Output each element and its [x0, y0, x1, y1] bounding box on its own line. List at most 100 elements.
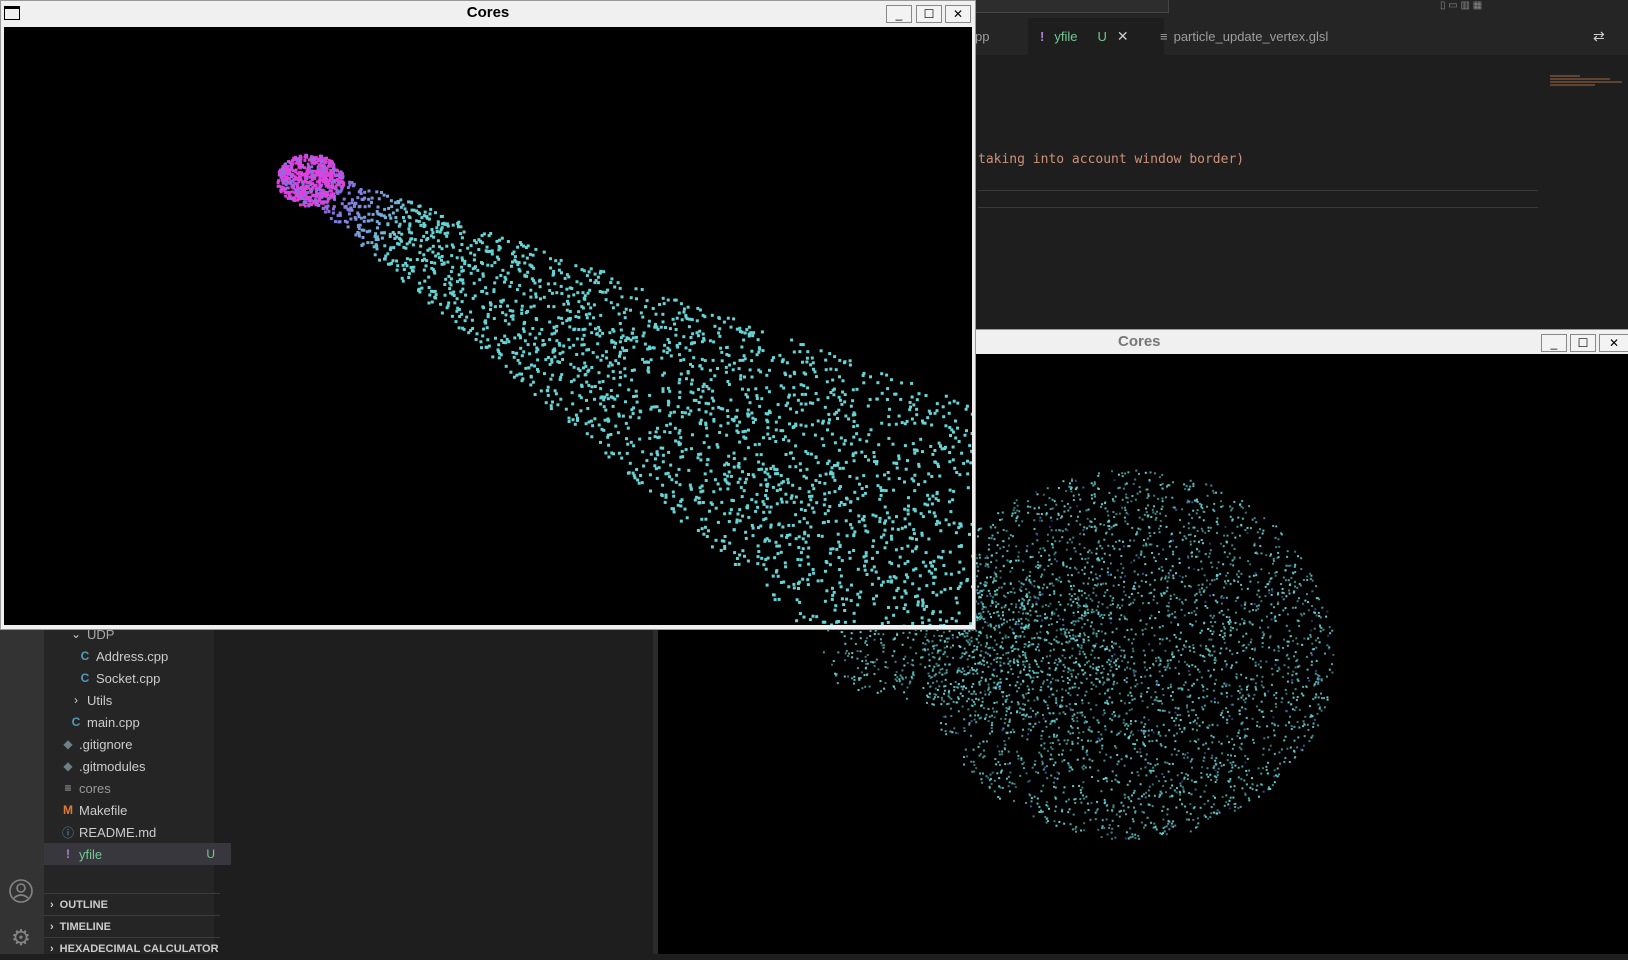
particle	[1244, 755, 1246, 757]
tree-file-cores[interactable]: ≡cores	[44, 777, 231, 799]
particle	[1099, 693, 1101, 695]
particle	[1083, 829, 1085, 831]
particle	[829, 563, 832, 566]
gear-icon[interactable]: ⚙	[8, 925, 34, 951]
particle	[1134, 582, 1136, 584]
particle	[996, 772, 998, 774]
particle	[1073, 612, 1075, 614]
maximize-button[interactable]: ☐	[1570, 334, 1596, 352]
particle	[1070, 558, 1072, 560]
tree-file-gitignore[interactable]: ◆.gitignore	[44, 733, 231, 755]
particle	[1288, 701, 1290, 703]
particle	[1240, 524, 1242, 526]
particle	[1179, 519, 1181, 521]
close-button[interactable]: ✕	[1599, 334, 1628, 352]
particle	[1280, 583, 1282, 585]
tree-folder-utils[interactable]: ›Utils	[44, 689, 239, 711]
particle	[1329, 669, 1331, 671]
tree-file-gitmodules[interactable]: ◆.gitmodules	[44, 755, 231, 777]
tree-file-readme[interactable]: ⓘREADME.md	[44, 821, 231, 843]
particle	[1150, 471, 1152, 473]
particle	[1061, 643, 1063, 645]
particle	[1088, 639, 1090, 641]
maximize-button[interactable]: ☐	[916, 5, 942, 23]
particle	[1079, 653, 1081, 655]
particle	[1224, 632, 1226, 634]
particle	[976, 589, 978, 591]
particle	[1050, 775, 1052, 777]
particle	[1285, 607, 1287, 609]
particle	[1070, 670, 1072, 672]
particle	[1137, 574, 1139, 576]
particle	[635, 340, 638, 343]
cores-window-front[interactable]: Cores _ ☐ ✕	[0, 0, 976, 630]
tab-particle-update[interactable]: ≡ particle_update_vertex.glsl	[1160, 18, 1360, 55]
particle	[1149, 527, 1151, 529]
particle	[1251, 639, 1253, 641]
particle	[1139, 486, 1141, 488]
particle	[1024, 628, 1026, 630]
particle	[1091, 650, 1093, 652]
particle	[703, 441, 706, 444]
particle	[1100, 672, 1102, 674]
particle	[1051, 614, 1053, 616]
account-icon[interactable]	[8, 878, 34, 904]
particle	[1059, 660, 1061, 662]
particle	[1109, 650, 1111, 652]
minimize-button[interactable]: _	[1541, 334, 1567, 352]
close-button[interactable]: ✕	[945, 5, 971, 23]
particle	[1240, 806, 1242, 808]
particle	[793, 586, 796, 589]
particle	[744, 531, 747, 534]
particle	[1044, 617, 1046, 619]
minimap[interactable]	[1550, 75, 1622, 89]
particle	[938, 635, 940, 637]
particle	[1107, 673, 1109, 675]
tree-file-socket[interactable]: CSocket.cpp	[44, 667, 248, 689]
particle	[1291, 674, 1293, 676]
particle	[802, 384, 805, 387]
particle	[1319, 641, 1321, 643]
section-outline[interactable]: ›OUTLINE	[44, 893, 220, 916]
particle	[993, 659, 995, 661]
particle	[1248, 505, 1250, 507]
tab-partial[interactable]: pp	[975, 18, 995, 55]
particle	[1285, 710, 1287, 712]
layout-controls[interactable]: ▯ ▭ ▥ ▦	[1440, 0, 1600, 12]
tree-file-address[interactable]: CAddress.cpp	[44, 645, 248, 667]
particle	[1277, 538, 1279, 540]
close-icon[interactable]: ✕	[1117, 28, 1129, 45]
compare-changes-icon[interactable]: ⇄	[1593, 28, 1605, 45]
particle	[875, 630, 877, 632]
particle	[660, 326, 663, 329]
particle	[1292, 607, 1294, 609]
particle	[1014, 502, 1016, 504]
particle	[1078, 663, 1080, 665]
particle	[944, 647, 946, 649]
tree-file-main[interactable]: Cmain.cpp	[44, 711, 239, 733]
particle	[654, 457, 657, 460]
particle	[1082, 731, 1084, 733]
particle	[1275, 620, 1277, 622]
section-timeline[interactable]: ›TIMELINE	[44, 915, 220, 938]
tab-yfile[interactable]: ! yfile U ✕	[1028, 18, 1164, 55]
tree-file-makefile[interactable]: MMakefile	[44, 799, 231, 821]
particle	[1010, 731, 1012, 733]
command-center-search[interactable]	[942, 0, 1169, 13]
particle	[925, 605, 928, 608]
tree-file-yfile[interactable]: !yfile U	[44, 843, 231, 865]
particle	[1056, 560, 1058, 562]
minimize-button[interactable]: _	[886, 5, 912, 23]
particle	[1226, 696, 1228, 698]
particle	[1070, 673, 1072, 675]
particle	[850, 584, 853, 587]
particle	[903, 580, 906, 583]
particle	[1297, 736, 1299, 738]
particle	[1126, 831, 1128, 833]
particle	[1025, 612, 1027, 614]
particle	[1326, 644, 1328, 646]
particle	[1017, 505, 1019, 507]
particle	[1151, 572, 1153, 574]
particle	[1309, 705, 1311, 707]
section-hex-calculator[interactable]: ›HEXADECIMAL CALCULATOR	[44, 937, 220, 960]
